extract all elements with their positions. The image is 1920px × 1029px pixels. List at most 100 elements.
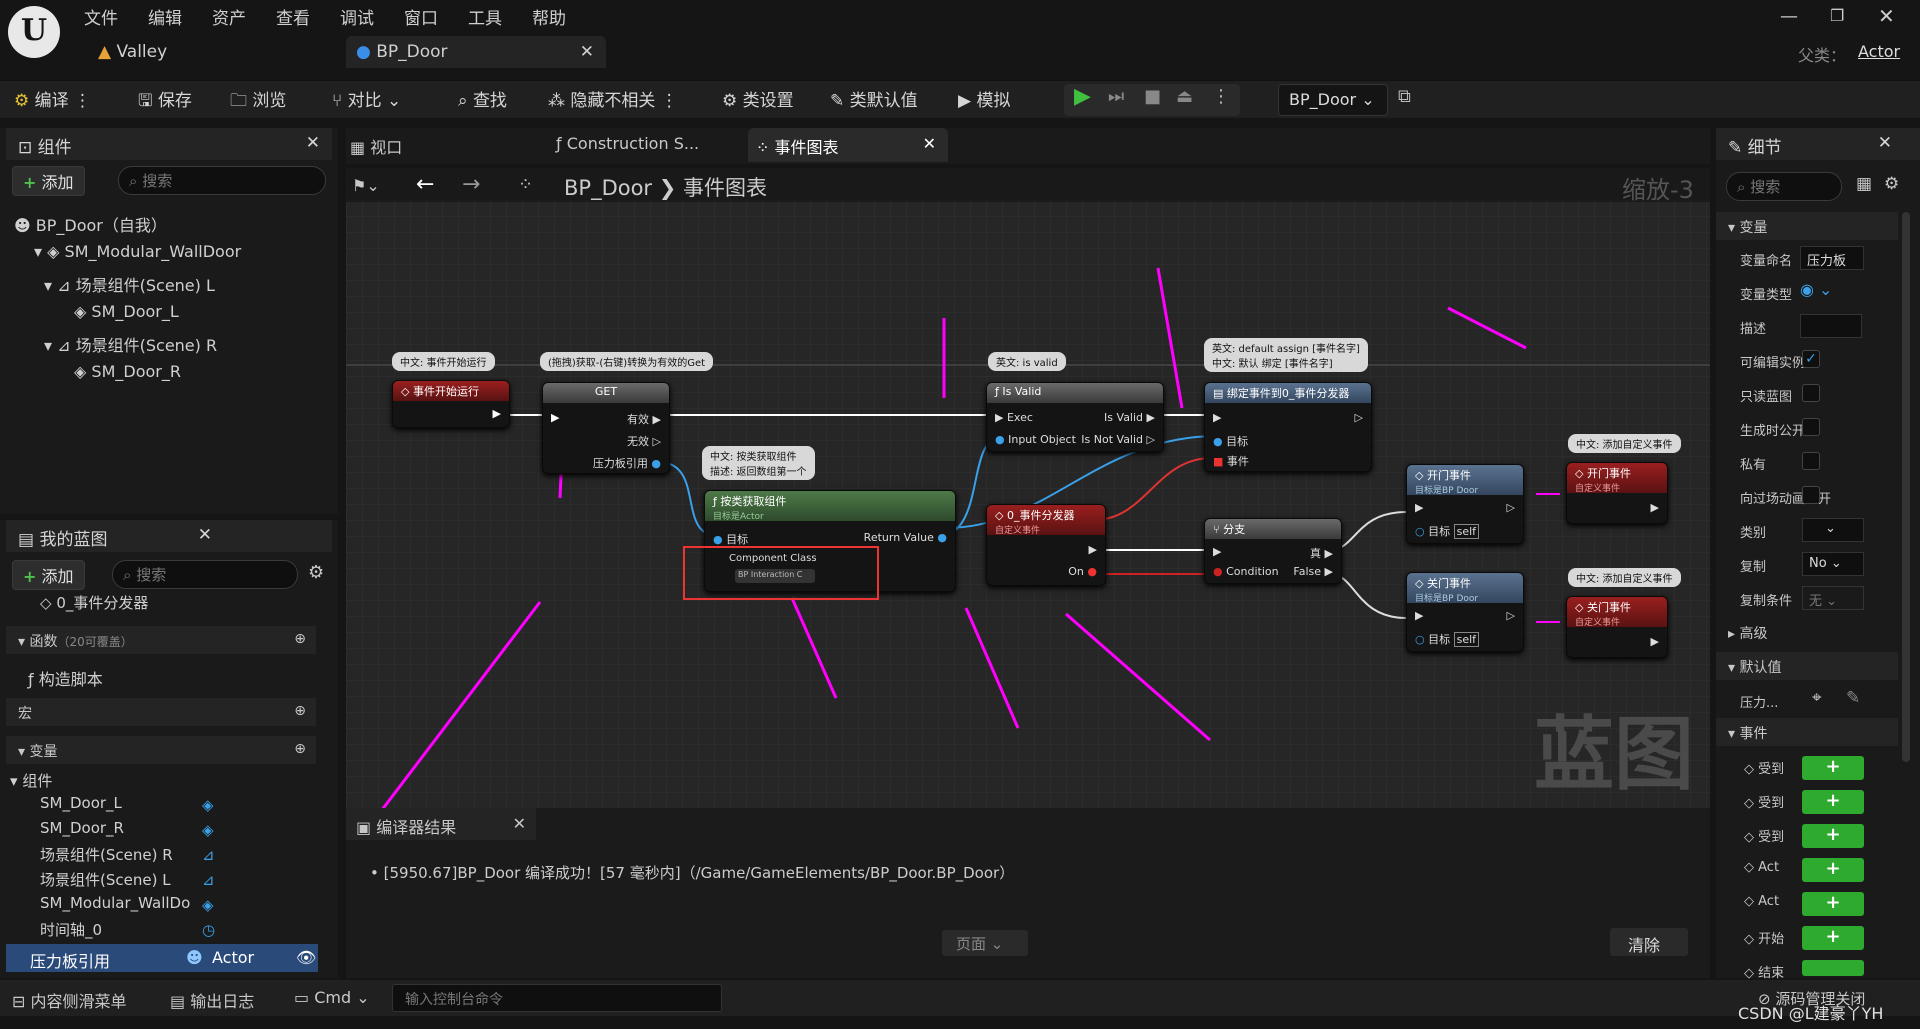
exec-out-pin[interactable]: ▶ — [1651, 501, 1659, 514]
details-search-input[interactable]: ⌕ 搜索 — [1726, 172, 1842, 201]
diff-button[interactable]: ⑂ 对比 ⌄ — [332, 86, 401, 111]
unreal-logo[interactable]: U — [8, 6, 60, 58]
tab-valley[interactable]: ▲ Valley — [88, 36, 338, 68]
close-tab-icon[interactable]: ✕ — [923, 134, 936, 153]
close-tab-icon[interactable]: ✕ — [513, 814, 526, 833]
tree-item[interactable]: ▾ ⊿ 场景组件(Scene) L — [44, 272, 215, 296]
replication-select[interactable]: No ⌄ — [1802, 552, 1864, 576]
exec-out-pin[interactable]: ▷ — [1355, 411, 1363, 424]
comment-bubble[interactable]: 中文: 添加自定义事件 — [1568, 434, 1681, 453]
variable-item[interactable]: SM_Modular_WallDo — [40, 894, 190, 912]
add-event-button[interactable]: + — [1802, 756, 1864, 780]
eyedropper-icon[interactable]: ✎ — [1846, 688, 1860, 708]
node-dispatcher-event[interactable]: ◇ 0_事件分发器 自定义事件 ▶ On ● — [986, 504, 1106, 586]
invalid-pin[interactable]: 无效 ▷ — [627, 433, 661, 449]
variable-item[interactable]: SM_Door_L — [40, 794, 122, 812]
menu-view[interactable]: 查看 — [276, 4, 310, 29]
comment-bubble[interactable]: 英文: is valid — [988, 352, 1066, 371]
close-tab-icon[interactable]: ✕ — [580, 42, 594, 62]
exec-out-pin[interactable]: ▷ — [1507, 609, 1515, 622]
tab-construction[interactable]: ƒ Construction S... — [556, 134, 699, 153]
selected-variable-row[interactable]: 压力板引用 ☻ Actor 👁 — [6, 944, 318, 972]
expose-cinematics-checkbox[interactable] — [1802, 486, 1820, 504]
compile-button[interactable]: ⚙ 编译 ⋮ — [14, 86, 91, 111]
condition-pin[interactable]: ● Condition — [1213, 565, 1279, 578]
target-pin[interactable]: ● 目标 — [1213, 433, 1248, 449]
node-branch[interactable]: ⑂ 分支 ▶ 真 ▶ ● Condition False ▶ — [1204, 518, 1342, 584]
close-panel-icon[interactable]: ✕ — [306, 133, 320, 153]
hide-unrelated-button[interactable]: ⁂ 隐藏不相关 ⋮ — [548, 86, 678, 111]
components-search-input[interactable]: ⌕ 搜索 — [118, 166, 326, 195]
exec-out-pin[interactable]: ▷ — [1507, 501, 1515, 514]
variable-item[interactable]: 时间轴_0 — [40, 919, 102, 940]
comment-bubble[interactable]: 中文: 事件开始运行 — [392, 352, 495, 371]
tab-event-graph[interactable]: ⁘ 事件图表 ✕ — [748, 128, 948, 162]
exec-in-pin[interactable]: ▶ Exec — [995, 411, 1033, 424]
add-macro-icon[interactable]: ⊕ — [294, 703, 306, 719]
variable-item[interactable]: 场景组件(Scene) R — [40, 844, 173, 865]
true-pin[interactable]: 真 ▶ — [1310, 545, 1333, 561]
exec-in-pin[interactable]: ▶ — [1415, 501, 1423, 514]
clear-button[interactable]: 清除 — [1610, 928, 1688, 956]
page-select[interactable]: 页面 ⌄ — [942, 930, 1028, 956]
functions-section[interactable]: ▾ 函数（20可覆盖） ⊕ — [6, 626, 316, 654]
exec-in-pin[interactable]: ▶ — [1415, 609, 1423, 622]
class-settings-button[interactable]: ⚙ 类设置 — [722, 86, 794, 111]
close-panel-icon[interactable]: ✕ — [198, 525, 212, 545]
restore-icon[interactable]: ❐ — [1830, 6, 1844, 25]
class-defaults-button[interactable]: ✎ 类默认值 — [830, 86, 918, 111]
settings-gear-icon[interactable]: ⚙ — [308, 562, 324, 583]
settings-gear-icon[interactable]: ⚙ — [1884, 174, 1899, 194]
false-pin[interactable]: False ▶ — [1293, 565, 1333, 578]
variable-item[interactable]: 场景组件(Scene) L — [40, 869, 171, 890]
exec-out-pin[interactable]: ▶ — [1651, 635, 1659, 648]
mybp-search-input[interactable]: ⌕ 搜索 — [112, 560, 298, 589]
comment-bubble[interactable]: 中文: 按类获取组件 描述: 返回数组第一个 — [702, 446, 815, 480]
variables-section[interactable]: ▾ 变量 ⊕ — [6, 736, 316, 764]
minimize-icon[interactable]: — — [1780, 6, 1798, 27]
is-valid-pin[interactable]: Is Valid ▶ — [1104, 411, 1155, 424]
comment-bubble[interactable]: (拖拽)获取-(右键)转换为有效的Get — [540, 352, 714, 371]
play-icon[interactable]: ▶ — [1074, 84, 1091, 109]
comment-bubble[interactable]: 英文: default assign [事件名字] 中文: 默认 绑定 [事件名… — [1204, 338, 1368, 372]
cmd-select[interactable]: ▭ Cmd ⌄ — [294, 988, 370, 1007]
macros-section[interactable]: 宏 ⊕ — [6, 698, 316, 726]
not-valid-pin[interactable]: Is Not Valid ▷ — [1081, 433, 1155, 446]
parent-class-link[interactable]: Actor — [1858, 42, 1900, 61]
readonly-checkbox[interactable] — [1802, 384, 1820, 402]
events-section[interactable]: ▾ 事件 — [1716, 718, 1898, 746]
details-scrollbar[interactable] — [1902, 212, 1910, 762]
variable-section[interactable]: ▾ 变量 — [1716, 212, 1898, 240]
table-view-icon[interactable]: ▦ — [1856, 174, 1872, 194]
close-window-icon[interactable]: ✕ — [1878, 4, 1895, 28]
add-event-button[interactable]: + — [1802, 824, 1864, 848]
node-close-door-call[interactable]: ◇ 关门事件 目标是BP Door ▶ ▷ ○ 目标 self — [1406, 572, 1524, 652]
default-value-section[interactable]: ▾ 默认值 — [1716, 652, 1898, 680]
return-pin[interactable]: Return Value ● — [864, 531, 947, 544]
category-select[interactable]: ⌄ — [1802, 518, 1864, 542]
exec-out-pin[interactable]: ▶ — [1089, 543, 1097, 556]
event-pin[interactable]: ■ 事件 — [1213, 453, 1249, 469]
variable-type-select[interactable]: ◉ ⌄ — [1800, 280, 1832, 299]
dispatcher-item[interactable]: ◇ 0_事件分发器 — [40, 592, 148, 613]
node-get[interactable]: GET ▶ 有效 ▶ 无效 ▷ 压力板引用 ● — [542, 382, 670, 474]
menu-file[interactable]: 文件 — [84, 4, 118, 29]
menu-debug[interactable]: 调试 — [340, 4, 374, 29]
variable-item[interactable]: SM_Door_R — [40, 819, 124, 837]
node-open-door-call[interactable]: ◇ 开门事件 目标是BP Door ▶ ▷ ○ 目标 self — [1406, 464, 1524, 544]
menu-window[interactable]: 窗口 — [404, 4, 438, 29]
advanced-section[interactable]: ▸ 高级 — [1716, 618, 1898, 646]
target-pin[interactable]: ○ 目标 self — [1415, 631, 1480, 647]
expose-spawn-checkbox[interactable] — [1802, 418, 1820, 436]
tree-item[interactable]: ☻ BP_Door（自我） — [14, 212, 167, 236]
menu-tools[interactable]: 工具 — [468, 4, 502, 29]
add-variable-icon[interactable]: ⊕ — [294, 741, 306, 757]
eject-icon[interactable]: ⏏ — [1176, 86, 1193, 107]
add-function-icon[interactable]: ⊕ — [294, 631, 306, 647]
tab-bp-door[interactable]: ● BP_Door ✕ — [346, 36, 606, 68]
components-group[interactable]: ▾ 组件 — [10, 770, 52, 791]
node-close-door-event[interactable]: ◇ 关门事件 自定义事件 ▶ — [1566, 596, 1668, 658]
close-panel-icon[interactable]: ✕ — [1878, 133, 1892, 153]
description-input[interactable] — [1800, 314, 1862, 338]
instance-editable-checkbox[interactable]: ✓ — [1802, 350, 1820, 368]
